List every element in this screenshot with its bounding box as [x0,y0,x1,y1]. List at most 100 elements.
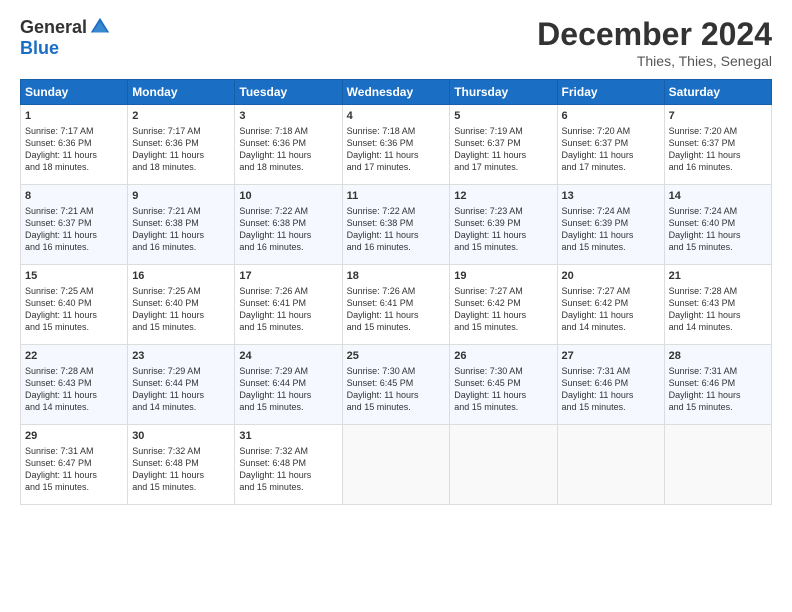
day-number: 11 [347,189,446,204]
day-info: Sunrise: 7:24 AM Sunset: 6:39 PM Dayligh… [562,205,660,254]
calendar-week-4: 22Sunrise: 7:28 AM Sunset: 6:43 PM Dayli… [21,345,772,425]
day-info: Sunrise: 7:25 AM Sunset: 6:40 PM Dayligh… [132,285,230,334]
table-row: 9Sunrise: 7:21 AM Sunset: 6:38 PM Daylig… [128,185,235,265]
table-row: 5Sunrise: 7:19 AM Sunset: 6:37 PM Daylig… [450,105,557,185]
calendar-week-1: 1Sunrise: 7:17 AM Sunset: 6:36 PM Daylig… [21,105,772,185]
day-info: Sunrise: 7:25 AM Sunset: 6:40 PM Dayligh… [25,285,123,334]
day-number: 25 [347,349,446,364]
table-row: 28Sunrise: 7:31 AM Sunset: 6:46 PM Dayli… [664,345,771,425]
table-row: 2Sunrise: 7:17 AM Sunset: 6:36 PM Daylig… [128,105,235,185]
page: General Blue December 2024 Thies, Thies,… [0,0,792,612]
day-number: 2 [132,109,230,124]
day-info: Sunrise: 7:21 AM Sunset: 6:37 PM Dayligh… [25,205,123,254]
col-monday: Monday [128,80,235,105]
table-row: 15Sunrise: 7:25 AM Sunset: 6:40 PM Dayli… [21,265,128,345]
day-info: Sunrise: 7:27 AM Sunset: 6:42 PM Dayligh… [562,285,660,334]
day-number: 10 [239,189,337,204]
day-number: 20 [562,269,660,284]
day-info: Sunrise: 7:26 AM Sunset: 6:41 PM Dayligh… [239,285,337,334]
day-number: 17 [239,269,337,284]
day-number: 30 [132,429,230,444]
table-row: 31Sunrise: 7:32 AM Sunset: 6:48 PM Dayli… [235,425,342,505]
day-number: 14 [669,189,767,204]
month-title: December 2024 [537,16,772,53]
day-info: Sunrise: 7:29 AM Sunset: 6:44 PM Dayligh… [239,365,337,414]
logo: General Blue [20,16,111,59]
day-number: 16 [132,269,230,284]
day-info: Sunrise: 7:26 AM Sunset: 6:41 PM Dayligh… [347,285,446,334]
day-number: 1 [25,109,123,124]
table-row: 12Sunrise: 7:23 AM Sunset: 6:39 PM Dayli… [450,185,557,265]
table-row: 16Sunrise: 7:25 AM Sunset: 6:40 PM Dayli… [128,265,235,345]
day-info: Sunrise: 7:31 AM Sunset: 6:47 PM Dayligh… [25,445,123,494]
table-row: 23Sunrise: 7:29 AM Sunset: 6:44 PM Dayli… [128,345,235,425]
day-info: Sunrise: 7:20 AM Sunset: 6:37 PM Dayligh… [562,125,660,174]
day-number: 24 [239,349,337,364]
col-thursday: Thursday [450,80,557,105]
table-row: 29Sunrise: 7:31 AM Sunset: 6:47 PM Dayli… [21,425,128,505]
col-wednesday: Wednesday [342,80,450,105]
day-number: 29 [25,429,123,444]
day-number: 19 [454,269,552,284]
day-number: 12 [454,189,552,204]
table-row: 10Sunrise: 7:22 AM Sunset: 6:38 PM Dayli… [235,185,342,265]
day-number: 15 [25,269,123,284]
day-number: 22 [25,349,123,364]
day-info: Sunrise: 7:18 AM Sunset: 6:36 PM Dayligh… [347,125,446,174]
header-row: Sunday Monday Tuesday Wednesday Thursday… [21,80,772,105]
day-info: Sunrise: 7:17 AM Sunset: 6:36 PM Dayligh… [25,125,123,174]
logo-icon [89,16,111,38]
day-info: Sunrise: 7:18 AM Sunset: 6:36 PM Dayligh… [239,125,337,174]
table-row: 17Sunrise: 7:26 AM Sunset: 6:41 PM Dayli… [235,265,342,345]
day-number: 7 [669,109,767,124]
col-saturday: Saturday [664,80,771,105]
day-info: Sunrise: 7:31 AM Sunset: 6:46 PM Dayligh… [562,365,660,414]
day-number: 18 [347,269,446,284]
table-row [342,425,450,505]
day-info: Sunrise: 7:19 AM Sunset: 6:37 PM Dayligh… [454,125,552,174]
table-row: 6Sunrise: 7:20 AM Sunset: 6:37 PM Daylig… [557,105,664,185]
day-info: Sunrise: 7:23 AM Sunset: 6:39 PM Dayligh… [454,205,552,254]
table-row: 21Sunrise: 7:28 AM Sunset: 6:43 PM Dayli… [664,265,771,345]
table-row: 11Sunrise: 7:22 AM Sunset: 6:38 PM Dayli… [342,185,450,265]
day-info: Sunrise: 7:20 AM Sunset: 6:37 PM Dayligh… [669,125,767,174]
day-info: Sunrise: 7:32 AM Sunset: 6:48 PM Dayligh… [239,445,337,494]
table-row: 1Sunrise: 7:17 AM Sunset: 6:36 PM Daylig… [21,105,128,185]
day-number: 8 [25,189,123,204]
day-info: Sunrise: 7:31 AM Sunset: 6:46 PM Dayligh… [669,365,767,414]
day-number: 3 [239,109,337,124]
location-subtitle: Thies, Thies, Senegal [537,53,772,69]
day-info: Sunrise: 7:27 AM Sunset: 6:42 PM Dayligh… [454,285,552,334]
table-row: 30Sunrise: 7:32 AM Sunset: 6:48 PM Dayli… [128,425,235,505]
day-number: 27 [562,349,660,364]
table-row: 4Sunrise: 7:18 AM Sunset: 6:36 PM Daylig… [342,105,450,185]
header: General Blue December 2024 Thies, Thies,… [20,16,772,69]
table-row [557,425,664,505]
calendar-week-3: 15Sunrise: 7:25 AM Sunset: 6:40 PM Dayli… [21,265,772,345]
day-info: Sunrise: 7:32 AM Sunset: 6:48 PM Dayligh… [132,445,230,494]
table-row: 25Sunrise: 7:30 AM Sunset: 6:45 PM Dayli… [342,345,450,425]
col-tuesday: Tuesday [235,80,342,105]
table-row: 24Sunrise: 7:29 AM Sunset: 6:44 PM Dayli… [235,345,342,425]
day-info: Sunrise: 7:28 AM Sunset: 6:43 PM Dayligh… [669,285,767,334]
day-info: Sunrise: 7:29 AM Sunset: 6:44 PM Dayligh… [132,365,230,414]
table-row: 3Sunrise: 7:18 AM Sunset: 6:36 PM Daylig… [235,105,342,185]
day-number: 13 [562,189,660,204]
calendar-week-5: 29Sunrise: 7:31 AM Sunset: 6:47 PM Dayli… [21,425,772,505]
calendar-header: Sunday Monday Tuesday Wednesday Thursday… [21,80,772,105]
day-number: 6 [562,109,660,124]
table-row [664,425,771,505]
title-area: December 2024 Thies, Thies, Senegal [537,16,772,69]
day-number: 28 [669,349,767,364]
day-number: 26 [454,349,552,364]
day-info: Sunrise: 7:22 AM Sunset: 6:38 PM Dayligh… [347,205,446,254]
day-number: 9 [132,189,230,204]
table-row: 20Sunrise: 7:27 AM Sunset: 6:42 PM Dayli… [557,265,664,345]
table-row: 27Sunrise: 7:31 AM Sunset: 6:46 PM Dayli… [557,345,664,425]
day-number: 4 [347,109,446,124]
table-row: 22Sunrise: 7:28 AM Sunset: 6:43 PM Dayli… [21,345,128,425]
day-number: 21 [669,269,767,284]
day-info: Sunrise: 7:21 AM Sunset: 6:38 PM Dayligh… [132,205,230,254]
logo-general: General [20,17,87,38]
table-row [450,425,557,505]
